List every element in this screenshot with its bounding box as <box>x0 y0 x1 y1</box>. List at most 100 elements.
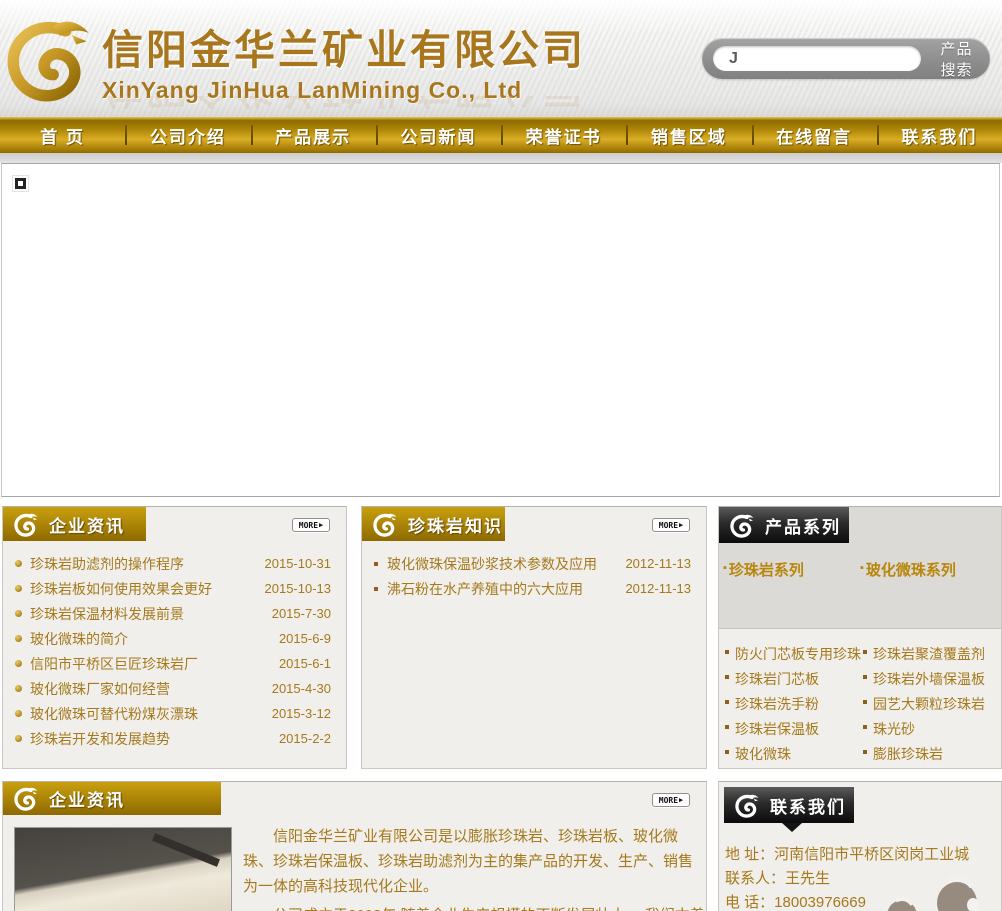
more-arrow-icon: ▶ <box>679 520 684 529</box>
intro-paragraph: 公司成立于2003年,随着企业生产规模的不断发展壮大， 我们本着 “让客户使用到… <box>243 903 705 911</box>
series-link-vitrified-beads[interactable]: ▪ 玻化微珠系列 <box>860 559 997 580</box>
swirl-icon <box>14 511 40 537</box>
bullet-icon: ▪ <box>860 562 864 574</box>
product-series-top: 产品系列 ▪ 珍珠岩系列 ▪ 玻化微珠系列 <box>719 507 1001 629</box>
bullet-icon <box>725 699 729 704</box>
swirl-icon <box>735 792 761 818</box>
site-header: 信阳金华兰矿业有限公司 XinYang JinHua LanMining Co.… <box>0 0 1002 117</box>
knowledge-more-button[interactable]: MORE ▶ <box>652 518 690 532</box>
bullet-icon: ▪ <box>723 562 727 574</box>
contact-title: 联系我们 <box>770 797 846 817</box>
company-name-cn: 信阳金华兰矿业有限公司 <box>102 27 586 73</box>
nav-guestbook[interactable]: 在线留言 <box>751 117 877 153</box>
knowledge-title: 珍珠岩知识 <box>408 516 503 536</box>
company-name-en: XinYang JinHua LanMining Co., Ltd <box>102 77 523 103</box>
company-news-header: 企业资讯 <box>3 507 146 541</box>
company-news-title: 企业资讯 <box>49 516 125 536</box>
swirl-icon <box>14 786 40 811</box>
headset-icon <box>883 892 921 911</box>
banner-area <box>1 163 1000 497</box>
product-link[interactable]: 防火门芯板专用珍珠岩 <box>723 641 861 666</box>
knowledge-header: 珍珠岩知识 <box>362 507 505 541</box>
company-intro-header: 企业资讯 <box>3 782 221 815</box>
knowledge-item[interactable]: 沸石粉在水产养殖中的六大应用 2012-11-13 <box>374 576 691 601</box>
nav-news[interactable]: 公司新闻 <box>375 117 501 153</box>
bullet-icon <box>15 660 22 667</box>
bullet-icon <box>863 749 867 754</box>
bullet-icon <box>725 649 729 654</box>
panel-perlite-knowledge: 珍珠岩知识 MORE ▶ 玻化微珠保温砂浆技术参数及应用 2012-11-13 沸… <box>361 506 707 769</box>
bullet-icon <box>863 674 867 679</box>
bullet-icon <box>15 685 22 692</box>
product-link[interactable]: 园艺大颗粒珍珠岩 <box>861 691 999 716</box>
product-link[interactable]: 珍珠岩门芯板 <box>723 666 861 691</box>
product-link[interactable]: 膨胀珍珠岩 <box>861 741 999 766</box>
company-logo-icon <box>2 12 98 106</box>
contact-header: 联系我们 <box>724 787 854 832</box>
company-intro-more-button[interactable]: MORE ▶ <box>652 793 690 807</box>
more-arrow-icon: ▶ <box>319 520 324 529</box>
panel-company-news: 企业资讯 MORE ▶ 珍珠岩助滤剂的操作程序 2015-10-31 珍珠岩板如何… <box>2 506 347 769</box>
nav-honors[interactable]: 荣誉证书 <box>501 117 626 153</box>
bullet-icon <box>863 649 867 654</box>
product-link[interactable]: 珍珠岩洗手粉 <box>723 691 861 716</box>
panel-product-series: 产品系列 ▪ 珍珠岩系列 ▪ 玻化微珠系列 防火门芯板专用珍珠岩 珍珠岩聚渣覆盖… <box>718 506 1002 769</box>
bullet-icon <box>863 724 867 729</box>
nav-home[interactable]: 首 页 <box>0 117 125 153</box>
search-input[interactable] <box>713 46 921 71</box>
news-item[interactable]: 玻化微珠可替代粉煤灰漂珠 2015-3-12 <box>15 701 331 726</box>
ceiling-beam <box>152 833 220 867</box>
search-bar: 产品搜索 <box>702 38 990 79</box>
company-news-more-button[interactable]: MORE ▶ <box>292 518 330 532</box>
company-intro-text: 信阳金华兰矿业有限公司是以膨胀珍珠岩、珍珠岩板、玻化微珠、珍珠岩保温板、珍珠岩助… <box>243 824 705 911</box>
intro-paragraph: 信阳金华兰矿业有限公司是以膨胀珍珠岩、珍珠岩板、玻化微珠、珍珠岩保温板、珍珠岩助… <box>243 828 694 895</box>
news-item[interactable]: 珍珠岩助滤剂的操作程序 2015-10-31 <box>15 551 331 576</box>
news-item[interactable]: 信阳市平桥区巨匠珍珠岩厂 2015-6-1 <box>15 651 331 676</box>
subnav-strip <box>0 153 1002 163</box>
bullet-icon <box>15 610 22 617</box>
bullet-icon <box>374 586 378 591</box>
product-link[interactable]: 珍珠岩聚渣覆盖剂 <box>861 641 999 666</box>
product-link[interactable]: 珍珠岩保温板 <box>723 716 861 741</box>
broken-image-icon <box>12 175 29 192</box>
bullet-icon <box>15 560 22 567</box>
bullet-icon <box>15 735 22 742</box>
company-news-list: 珍珠岩助滤剂的操作程序 2015-10-31 珍珠岩板如何使用效果会更好 2015-… <box>3 541 346 751</box>
product-list: 防火门芯板专用珍珠岩 珍珠岩聚渣覆盖剂 珍珠岩门芯板 珍珠岩外墙保温板 珍珠岩洗… <box>719 629 1001 766</box>
nav-contact[interactable]: 联系我们 <box>876 117 1002 153</box>
news-item[interactable]: 玻化微珠的简介 2015-6-9 <box>15 626 331 651</box>
nav-products[interactable]: 产品展示 <box>250 117 376 153</box>
more-arrow-icon: ▶ <box>679 795 684 804</box>
bullet-icon <box>374 561 378 566</box>
series-link-perlite[interactable]: ▪ 珍珠岩系列 <box>723 559 860 580</box>
product-link[interactable]: 玻化微珠 <box>723 741 861 766</box>
product-link[interactable]: 珍珠岩外墙保温板 <box>861 666 999 691</box>
panel-company-intro: 企业资讯 MORE ▶ 信阳金华兰矿业有限公司是以膨胀珍珠岩、珍珠岩板、玻化微珠… <box>2 781 707 911</box>
swirl-icon <box>730 512 756 538</box>
bullet-icon <box>15 585 22 592</box>
news-item[interactable]: 珍珠岩保温材料发展前景 2015-7-30 <box>15 601 331 626</box>
bullet-icon <box>863 699 867 704</box>
page: 信阳金华兰矿业有限公司 XinYang JinHua LanMining Co.… <box>0 0 1002 911</box>
bullet-icon <box>15 635 22 642</box>
bullet-icon <box>15 710 22 717</box>
product-series-header: 产品系列 <box>719 507 849 543</box>
search-button[interactable]: 产品搜索 <box>934 38 979 80</box>
nav-sales-area[interactable]: 销售区域 <box>626 117 751 153</box>
knowledge-item[interactable]: 玻化微珠保温砂浆技术参数及应用 2012-11-13 <box>374 551 691 576</box>
news-item[interactable]: 玻化微珠厂家如何经营 2015-4-30 <box>15 676 331 701</box>
company-intro-title: 企业资讯 <box>49 791 125 810</box>
bullet-icon <box>725 749 729 754</box>
customer-service-photo <box>849 866 999 911</box>
panel-contact: 联系我们 地 址：河南信阳市平桥区闵岗工业城 联系人：王先生 电 话：18003… <box>718 781 1002 911</box>
showroom-photo <box>14 827 232 911</box>
company-names: 信阳金华兰矿业有限公司 XinYang JinHua LanMining Co.… <box>102 16 586 104</box>
main-nav: 首 页 公司介绍 产品展示 公司新闻 荣誉证书 销售区域 在线留言 联系我们 <box>0 117 1002 153</box>
product-series-title: 产品系列 <box>765 517 841 537</box>
news-item[interactable]: 珍珠岩开发和发展趋势 2015-2-2 <box>15 726 331 751</box>
swirl-icon <box>373 511 399 537</box>
knowledge-list: 玻化微珠保温砂浆技术参数及应用 2012-11-13 沸石粉在水产养殖中的六大应用… <box>362 541 706 601</box>
product-link[interactable]: 珠光砂 <box>861 716 999 741</box>
news-item[interactable]: 珍珠岩板如何使用效果会更好 2015-10-13 <box>15 576 331 601</box>
nav-company-intro[interactable]: 公司介绍 <box>125 117 250 153</box>
